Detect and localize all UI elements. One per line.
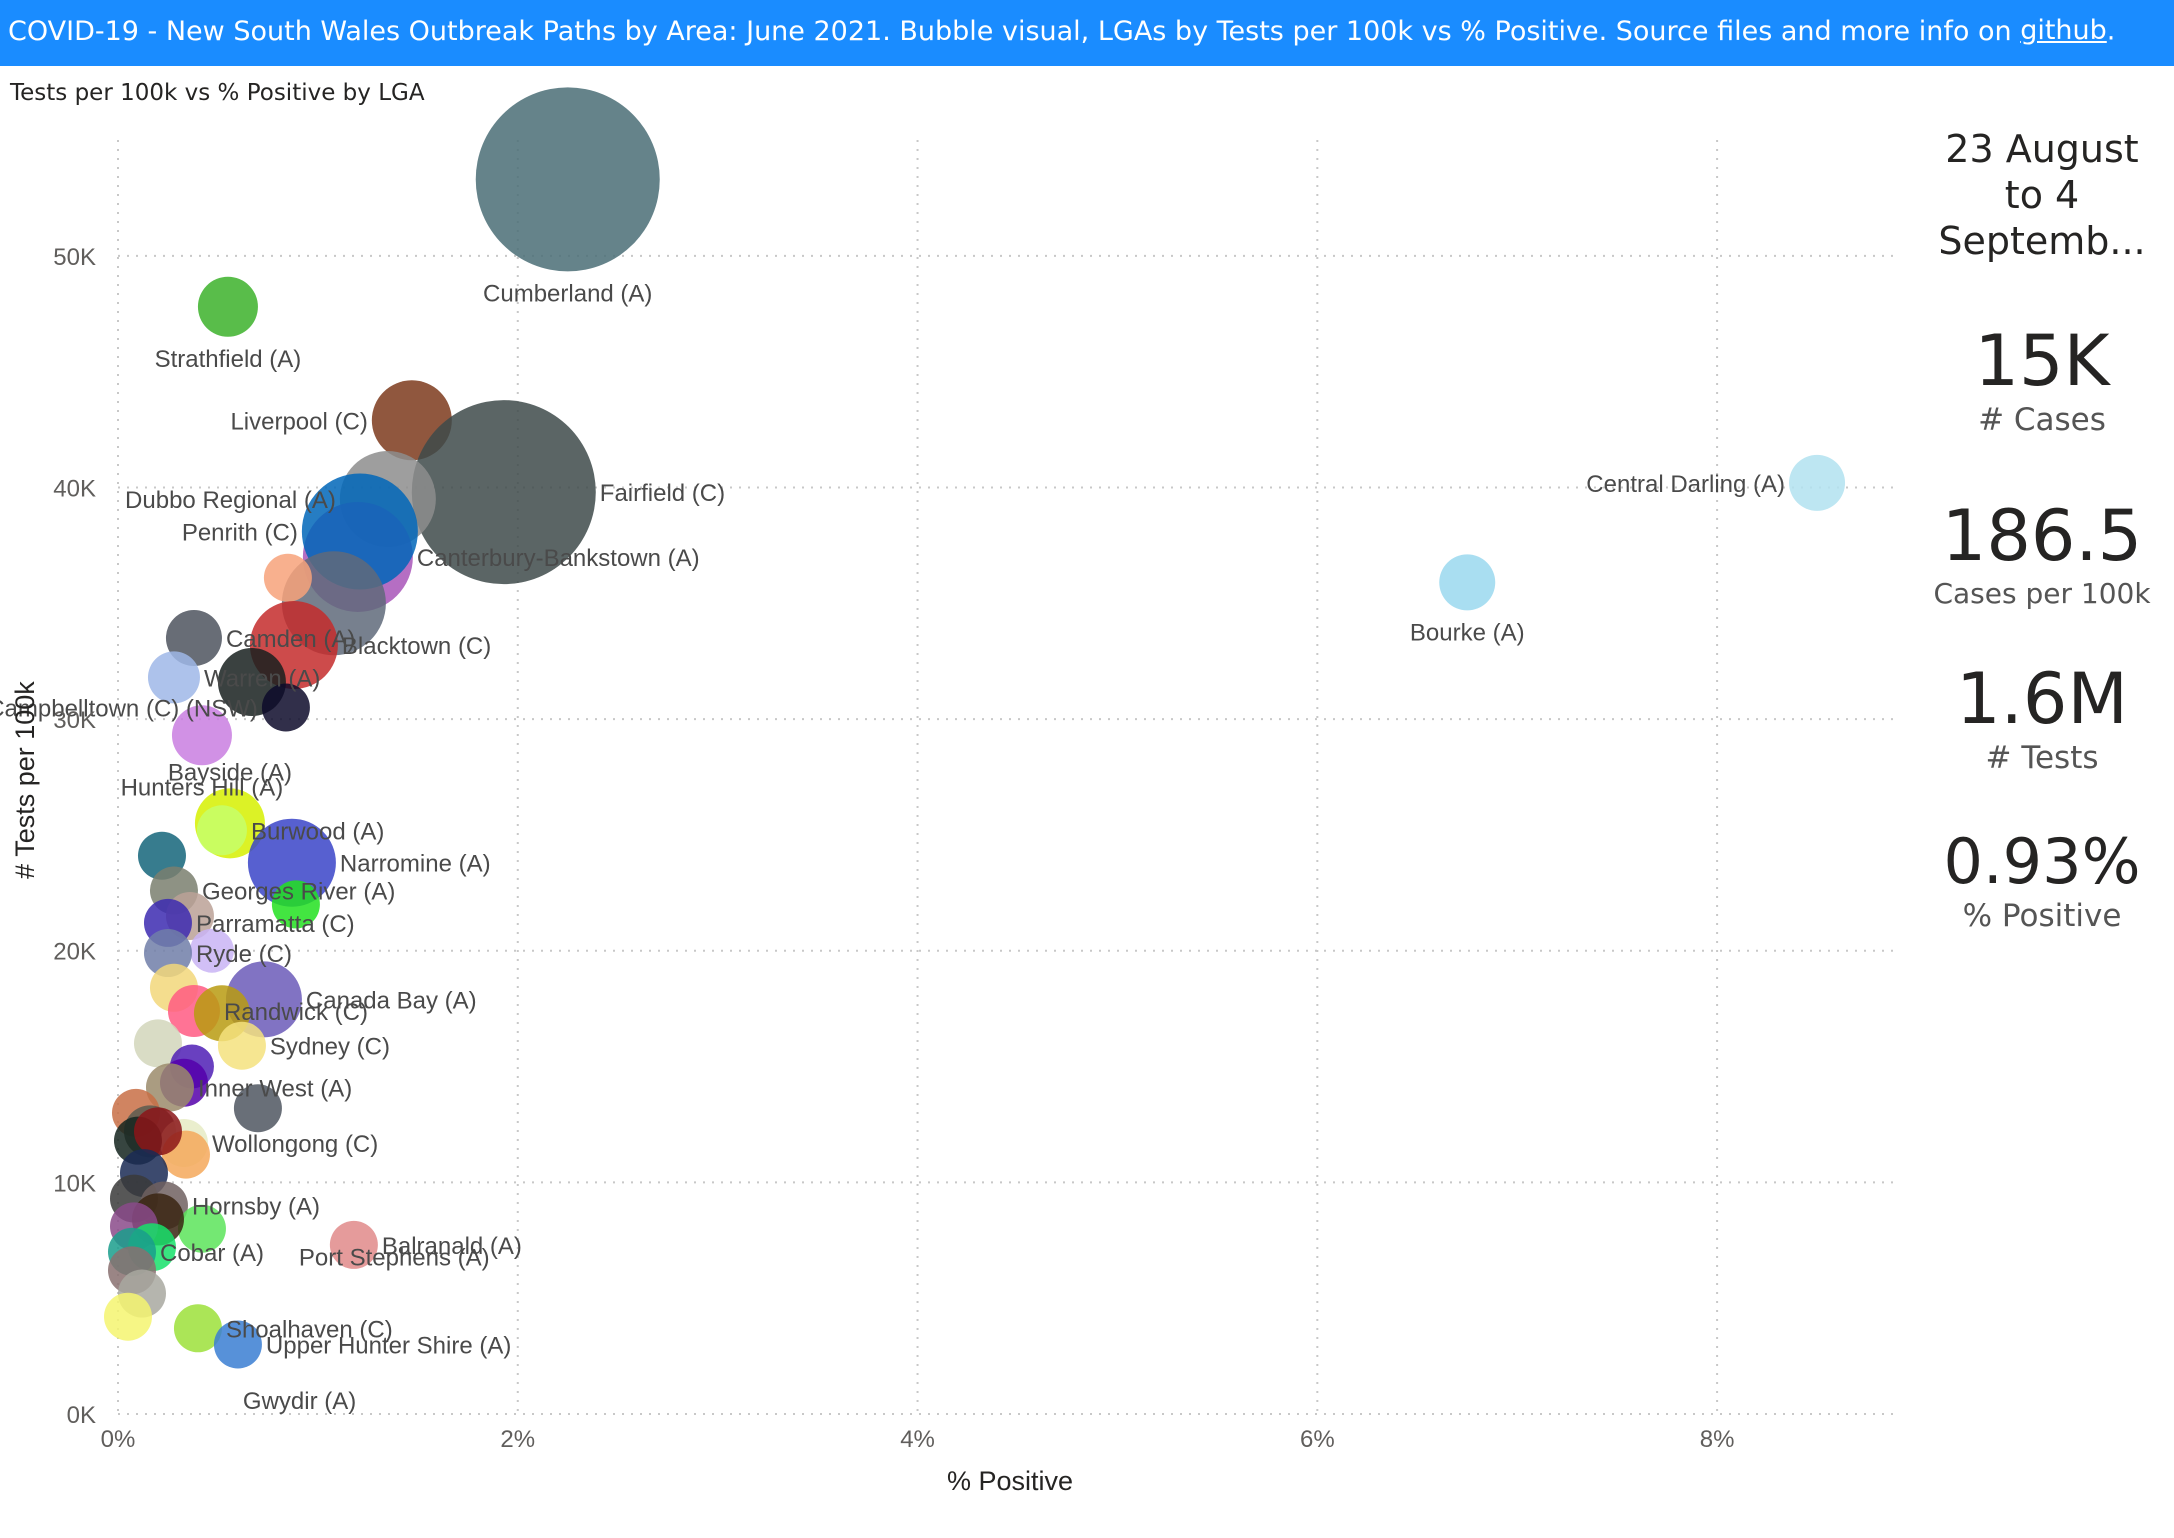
bubble-label: Blacktown (C) [342,633,491,660]
bubble-label: Randwick (C) [224,999,368,1026]
positive-card: 0.93% % Positive [1917,825,2167,934]
date-range-card: 23 August to 4 Septemb... [1917,126,2167,264]
bubble[interactable] [1439,554,1496,611]
bubble-label: Bourke (A) [1410,619,1525,646]
bubble-label: Inner West (A) [198,1075,352,1102]
bubble[interactable] [1789,454,1846,511]
bubble-label: Strathfield (A) [155,346,302,373]
bubble-label: Penrith (C) [182,519,298,546]
bubble-label: Sydney (C) [270,1034,390,1061]
bubble-label: Parramatta (C) [196,911,355,938]
bubble[interactable] [263,553,312,602]
bubble-chart: Cumberland (A) Strathfield (A) Liverpool (… [0,87,1897,1496]
cases-value: 15K [1974,320,2110,402]
y-tick-label: 0K [67,1402,96,1429]
bubble-label: Narromine (A) [340,851,491,878]
bubble-label: Warren (A) [204,665,320,692]
bubble-label: Burwood (A) [251,818,384,845]
cases-card: 15K # Cases [1917,320,2167,438]
bubble-label: Port Stephens (A) [299,1244,490,1271]
bubble-label: Cumberland (A) [483,280,652,307]
x-tick-label: 0% [101,1426,136,1453]
cases-per-100k-value: 186.5 [1941,495,2143,577]
y-tick-label: 40K [53,475,96,502]
tests-label: # Tests [1985,740,2099,776]
y-axis-title: # Tests per 100k [10,681,40,879]
gridlines [117,140,1897,1415]
bubble[interactable] [197,276,258,337]
x-tick-label: 4% [900,1426,935,1453]
bubble-label: Fairfield (C) [600,480,725,507]
banner-suffix: . [2106,15,2116,47]
bubble-label: Hornsby (A) [192,1194,320,1221]
bubble-label: Bayside (A) [168,759,292,786]
cases-per-100k-card: 186.5 Cases per 100k [1917,495,2167,610]
y-tick-label: 50K [53,244,96,271]
bubble[interactable] [217,1021,266,1070]
bubble-label: Camden (A) [226,626,355,653]
bubble-label: Canterbury-Bankstown (A) [417,545,700,572]
y-tick-label: 30K [53,707,96,734]
tests-card: 1.6M # Tests [1917,658,2167,776]
bubble-label: Dubbo Regional (A) [125,487,336,514]
y-tick-label: 20K [53,939,96,966]
bubble[interactable] [133,1107,182,1156]
bubble-label: Liverpool (C) [230,408,367,435]
bubble-label: Central Darling (A) [1586,471,1785,498]
x-tick-label: 8% [1700,1426,1735,1453]
github-link[interactable]: github [2020,15,2107,46]
cases-per-100k-label: Cases per 100k [1933,577,2151,610]
bubble[interactable] [475,87,660,272]
bubble-label: Upper Hunter Shire (A) [266,1333,511,1360]
bubble-label: Wollongong (C) [212,1131,378,1158]
positive-label: % Positive [1962,898,2122,934]
bubbles [103,87,1846,1369]
positive-value: 0.93% [1943,825,2141,898]
bubble-label: Ryde (C) [196,941,292,968]
x-tick-label: 6% [1300,1426,1335,1453]
tests-value: 1.6M [1956,658,2128,740]
x-tick-label: 2% [500,1426,535,1453]
cases-label: # Cases [1978,402,2106,438]
bubble-label: Cobar (A) [160,1240,264,1267]
bubble-label: Gwydir (A) [243,1388,356,1415]
date-line-2: to 4 [2004,173,2080,217]
bubble-label: Georges River (A) [202,879,395,906]
date-line-3: Septemb... [1938,219,2146,263]
date-line-1: 23 August [1945,127,2139,171]
bubble[interactable] [103,1292,152,1341]
x-axis-title: % Positive [947,1466,1073,1496]
bubble[interactable] [196,805,247,856]
y-tick-label: 10K [53,1170,96,1197]
